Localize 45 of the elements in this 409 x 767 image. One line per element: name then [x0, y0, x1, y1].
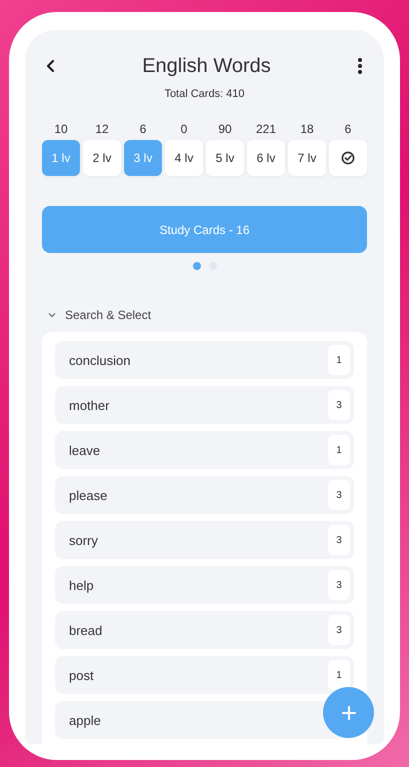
- word-list-item[interactable]: mother 3: [55, 386, 354, 424]
- word-list-item[interactable]: help 3: [55, 566, 354, 604]
- word-count-badge: 3: [328, 480, 350, 510]
- word-text: please: [69, 488, 108, 502]
- word-list-item[interactable]: leave 1: [55, 431, 354, 469]
- word-list-item[interactable]: conclusion 1: [55, 341, 354, 379]
- word-text: post: [69, 668, 94, 682]
- level-filter-button[interactable]: 2 lv: [83, 140, 121, 176]
- word-list-item[interactable]: sorry 3: [55, 521, 354, 559]
- word-text: leave: [69, 442, 100, 458]
- section-title: Search & Select: [65, 308, 152, 322]
- screen-title: English Words: [142, 54, 271, 78]
- word-text: apple: [69, 712, 101, 728]
- level-count: 10: [54, 122, 68, 136]
- level-filter-button[interactable]: 5 lv: [206, 140, 244, 176]
- level-filter-button[interactable]: 6 lv: [247, 140, 285, 176]
- word-count-badge: 3: [328, 570, 350, 600]
- word-text: bread: [69, 622, 102, 638]
- word-count-badge: 3: [328, 390, 350, 420]
- level-count: 12: [95, 122, 109, 136]
- level-filter-button[interactable]: 4 lv: [165, 140, 203, 176]
- word-count-badge: 1: [328, 660, 350, 690]
- word-text: conclusion: [69, 352, 130, 368]
- word-text: sorry: [69, 532, 98, 548]
- word-count-badge: 1: [328, 435, 350, 465]
- level-count: 90: [218, 122, 232, 136]
- level-count: 6: [344, 122, 352, 136]
- total-cards-text: Total Cards: 410: [163, 88, 246, 100]
- level-count: 6: [140, 122, 146, 136]
- word-list-item[interactable]: bread 3: [55, 611, 354, 649]
- word-list-item[interactable]: please 3: [55, 476, 354, 514]
- word-text: mother: [69, 398, 110, 412]
- check-circle-icon: [341, 151, 355, 165]
- word-count-badge: 3: [328, 615, 350, 645]
- completed-filter-button[interactable]: [329, 140, 367, 176]
- level-count: 0: [180, 122, 188, 136]
- level-count: 18: [300, 122, 314, 136]
- chevron-icon[interactable]: [48, 312, 56, 318]
- word-list-item[interactable]: post 1: [55, 656, 354, 694]
- word-text: help: [69, 578, 94, 592]
- level-filter-button[interactable]: 7 lv: [288, 140, 326, 176]
- plus-icon: [340, 704, 356, 720]
- level-count: 221: [256, 122, 276, 136]
- word-count-badge: 3: [328, 525, 350, 555]
- word-count-badge: 1: [328, 345, 350, 375]
